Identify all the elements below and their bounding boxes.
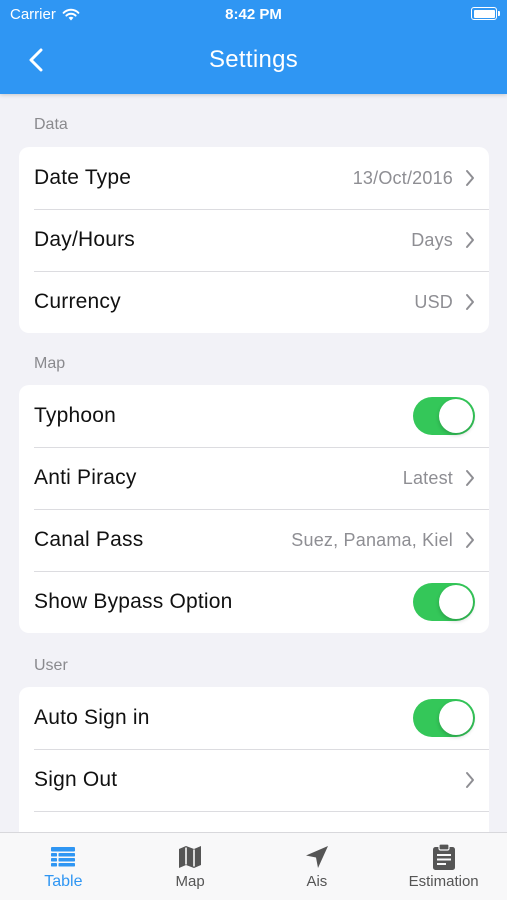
tab-table[interactable]: Table [0, 833, 127, 900]
row-label: Typhoon [34, 404, 116, 427]
row-sign-out[interactable]: Sign Out [19, 749, 489, 811]
section-header-data: Data [34, 116, 68, 133]
chevron-right-icon [466, 470, 474, 486]
show-bypass-toggle[interactable] [413, 583, 475, 621]
row-auto-sign-in: Auto Sign in [19, 687, 489, 749]
chevron-right-icon [466, 772, 474, 788]
typhoon-toggle[interactable] [413, 397, 475, 435]
row-label: Date Type [34, 166, 132, 189]
settings-group-map: Typhoon Anti Piracy Latest Canal Pass Su… [19, 385, 489, 633]
settings-content[interactable]: Data Date Type 13/Oct/2016 Day/Hours Day… [0, 94, 507, 832]
row-value: USD [414, 291, 453, 312]
tab-label: Map [175, 873, 205, 890]
row-partial [19, 811, 489, 832]
row-label: Sign Out [34, 768, 118, 791]
location-arrow-icon [305, 845, 329, 869]
tab-ais[interactable]: Ais [254, 833, 381, 900]
status-time: 8:42 PM [225, 6, 282, 23]
row-label: Auto Sign in [34, 706, 150, 729]
header: Carrier 8:42 PM Settings [0, 0, 507, 94]
settings-group-user: Auto Sign in Sign Out [19, 687, 489, 832]
row-value: Latest [402, 467, 453, 488]
status-bar: Carrier 8:42 PM [0, 0, 507, 28]
row-label: Anti Piracy [34, 466, 137, 489]
row-date-type[interactable]: Date Type 13/Oct/2016 [19, 147, 489, 209]
tab-label: Table [44, 873, 83, 890]
tab-bar: Table Map Ais Estimation [0, 832, 507, 900]
row-label: Currency [34, 290, 121, 313]
tab-label: Estimation [408, 873, 479, 890]
row-show-bypass-option: Show Bypass Option [19, 571, 489, 633]
row-label: Canal Pass [34, 528, 144, 551]
page-title: Settings [208, 46, 299, 73]
list-icon [51, 845, 76, 869]
chevron-right-icon [466, 532, 474, 548]
row-anti-piracy[interactable]: Anti Piracy Latest [19, 447, 489, 509]
row-day-hours[interactable]: Day/Hours Days [19, 209, 489, 271]
row-value: 13/Oct/2016 [352, 167, 453, 188]
clipboard-icon [432, 844, 455, 870]
map-icon [178, 845, 202, 869]
section-header-user: User [34, 657, 68, 674]
row-currency[interactable]: Currency USD [19, 271, 489, 333]
tab-map[interactable]: Map [127, 833, 254, 900]
tab-estimation[interactable]: Estimation [380, 833, 507, 900]
auto-sign-in-toggle[interactable] [413, 699, 475, 737]
chevron-right-icon [466, 170, 474, 186]
battery-icon [471, 7, 500, 20]
row-canal-pass[interactable]: Canal Pass Suez, Panama, Kiel [19, 509, 489, 571]
row-value: Days [411, 229, 453, 250]
row-typhoon: Typhoon [19, 385, 489, 447]
tab-label: Ais [306, 873, 328, 890]
section-header-map: Map [34, 355, 66, 372]
row-value: Suez, Panama, Kiel [291, 529, 453, 550]
row-label: Show Bypass Option [34, 590, 233, 613]
chevron-right-icon [466, 294, 474, 310]
row-label: Day/Hours [34, 228, 135, 251]
settings-group-data: Date Type 13/Oct/2016 Day/Hours Days Cur… [19, 147, 489, 333]
chevron-right-icon [466, 232, 474, 248]
nav-bar: Settings [0, 28, 507, 94]
